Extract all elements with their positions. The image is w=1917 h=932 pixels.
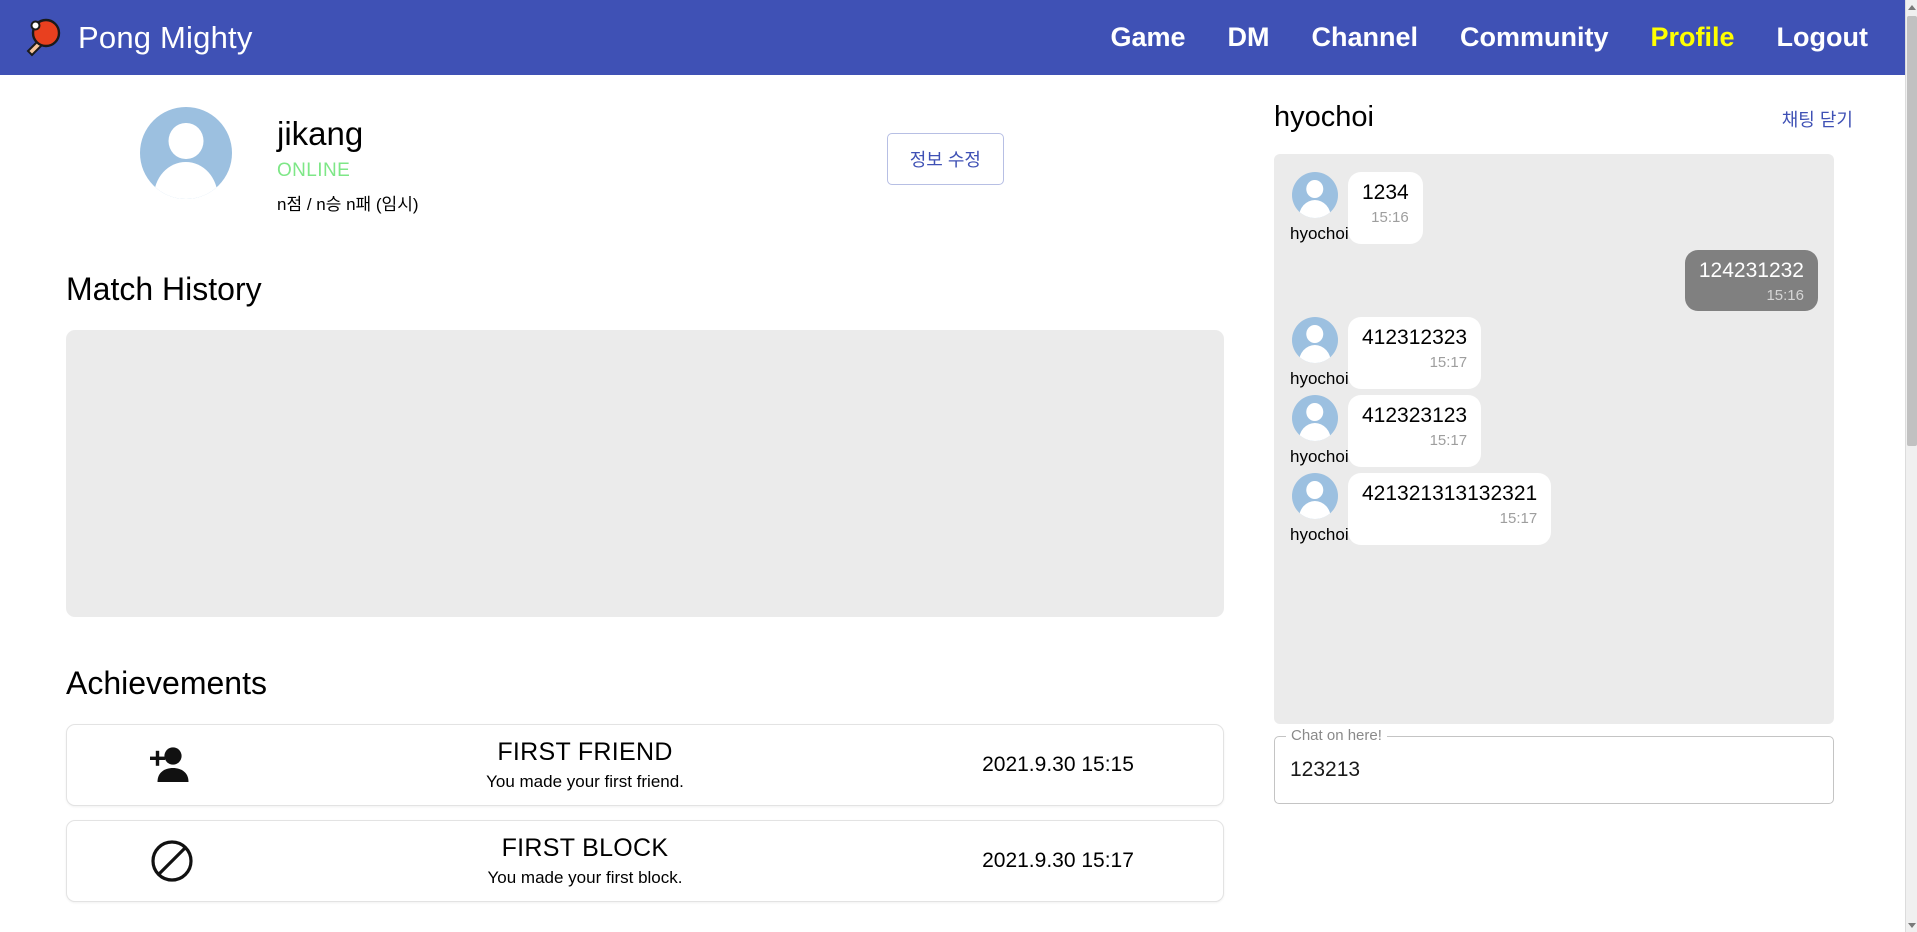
user-avatar-icon (1292, 473, 1338, 520)
profile-username: jikang (277, 115, 364, 152)
profile-info: jikang ONLINE n점 / n승 n패 (임시) (277, 107, 419, 215)
message-author: hyochoi (1286, 172, 1349, 244)
message-time: 15:16 (1766, 287, 1804, 305)
status-badge: ONLINE (277, 159, 351, 181)
message-time: 15:17 (1429, 432, 1468, 450)
achievement-name: FIRST FRIEND (497, 737, 673, 766)
user-avatar-icon (140, 107, 232, 199)
achievement-date: 2021.9.30 15:17 (982, 848, 1134, 872)
user-avatar-icon (1292, 172, 1338, 218)
message-sender-name: hyochoi (1290, 224, 1349, 243)
message-author: hyochoi (1286, 317, 1349, 389)
message-author: hyochoi (1286, 473, 1349, 545)
chat-message-out: 124231232 15:16 (1286, 250, 1822, 312)
nav-link-dm[interactable]: DM (1206, 22, 1290, 53)
message-time: 15:16 (1371, 209, 1409, 227)
message-time: 15:17 (1499, 510, 1538, 528)
main-column: jikang ONLINE n점 / n승 n패 (임시) 정보 수정 Matc… (0, 75, 1262, 932)
achievement-description: You made your first friend. (486, 771, 684, 791)
scroll-down-arrow-icon[interactable] (1906, 918, 1917, 932)
user-avatar-icon (1292, 395, 1338, 442)
chat-message-list[interactable]: hyochoi 1234 15:16 124231232 15:16 hyoch… (1274, 154, 1834, 724)
nav-link-channel[interactable]: Channel (1290, 22, 1439, 53)
message-text: 1234 (1362, 181, 1409, 204)
brand-title: Pong Mighty (78, 19, 253, 55)
scroll-up-arrow-icon[interactable] (1906, 0, 1917, 14)
achievement-row[interactable]: FIRST FRIEND You made your first friend.… (66, 723, 1224, 806)
message-author: hyochoi (1286, 395, 1349, 467)
message-sender-name: hyochoi (1290, 525, 1349, 545)
achievement-name: FIRST BLOCK (501, 833, 669, 862)
profile-header: jikang ONLINE n점 / n승 n패 (임시) 정보 수정 (0, 75, 1262, 215)
achievements-title: Achievements (66, 664, 267, 701)
chat-input[interactable]: 123213 (1290, 758, 1360, 782)
message-bubble: 421321313132321 15:17 (1348, 473, 1552, 546)
chat-panel: hyochoi 채팅 닫기 hyochoi 1234 15:16 1242312… (1262, 75, 1905, 932)
chat-message-in: hyochoi 421321313132321 15:17 (1286, 473, 1822, 546)
nav-link-profile[interactable]: Profile (1630, 22, 1756, 53)
profile-record: n점 / n승 n패 (임시) (277, 194, 419, 214)
achievement-text: FIRST BLOCK You made your first block. (277, 834, 893, 888)
achievement-date: 2021.9.30 15:15 (982, 752, 1134, 776)
message-bubble: 1234 15:16 (1348, 172, 1423, 244)
scrollbar-thumb[interactable] (1907, 16, 1917, 446)
match-history-title: Match History (66, 270, 262, 307)
achievement-row[interactable]: FIRST BLOCK You made your first block. 2… (66, 819, 1224, 902)
nav-links: Game DM Channel Community Profile Logout (1089, 22, 1889, 53)
page-body: jikang ONLINE n점 / n승 n패 (임시) 정보 수정 Matc… (0, 75, 1905, 932)
message-text: 421321313132321 (1362, 482, 1538, 506)
match-history-panel (66, 329, 1224, 617)
message-text: 412323123 (1362, 404, 1468, 428)
brand[interactable]: Pong Mighty (22, 17, 253, 59)
nav-link-community[interactable]: Community (1439, 22, 1630, 53)
achievements-list: FIRST FRIEND You made your first friend.… (66, 723, 1224, 902)
chat-message-in: hyochoi 412312323 15:17 (1286, 317, 1822, 390)
top-navbar: Pong Mighty Game DM Channel Community Pr… (0, 0, 1917, 75)
message-bubble: 124231232 15:16 (1684, 250, 1818, 312)
message-bubble: 412323123 15:17 (1348, 395, 1482, 468)
chat-input-container[interactable]: Chat on here! 123213 (1274, 727, 1834, 804)
close-chat-link[interactable]: 채팅 닫기 (1782, 106, 1853, 132)
message-text: 412312323 (1362, 326, 1468, 350)
nav-link-logout[interactable]: Logout (1756, 22, 1889, 53)
achievement-text: FIRST FRIEND You made your first friend. (277, 738, 893, 792)
nav-link-game[interactable]: Game (1089, 22, 1206, 53)
chat-message-in: hyochoi 1234 15:16 (1286, 172, 1822, 244)
achievement-description: You made your first block. (487, 867, 683, 887)
message-sender-name: hyochoi (1290, 369, 1349, 389)
user-avatar-icon (1292, 317, 1338, 364)
message-time: 15:17 (1429, 354, 1468, 372)
chat-message-in: hyochoi 412323123 15:17 (1286, 395, 1822, 468)
page-scrollbar[interactable] (1905, 0, 1917, 932)
chat-header: hyochoi 채팅 닫기 (1274, 101, 1853, 134)
block-icon (67, 838, 277, 884)
chat-input-label: Chat on here! (1286, 727, 1387, 744)
message-text: 124231232 (1698, 259, 1804, 282)
ping-pong-paddle-icon (26, 18, 61, 56)
edit-profile-button[interactable]: 정보 수정 (886, 133, 1004, 185)
message-bubble: 412312323 15:17 (1348, 317, 1482, 390)
message-sender-name: hyochoi (1290, 447, 1349, 467)
person-add-icon (67, 745, 277, 785)
chat-peer-name: hyochoi (1274, 101, 1374, 133)
